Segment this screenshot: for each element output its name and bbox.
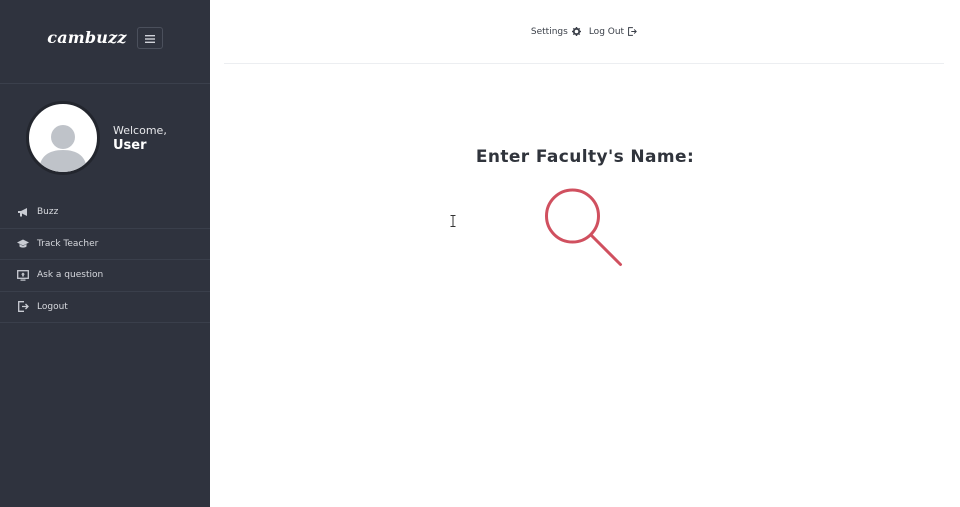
- sidebar-item-label: Buzz: [37, 207, 59, 218]
- sidebar-item-track-teacher[interactable]: Track Teacher: [0, 229, 210, 260]
- sign-out-icon: [628, 27, 637, 36]
- sign-out-icon: [16, 301, 30, 313]
- menu-toggle-button[interactable]: [136, 26, 163, 49]
- share-screen-icon: [16, 269, 30, 281]
- welcome-block: Welcome, User: [113, 124, 167, 153]
- main-content: Settings Log Out Enter Faculty's Name:: [210, 0, 960, 507]
- sidebar-item-label: Logout: [37, 301, 68, 312]
- logout-label: Log Out: [588, 26, 625, 37]
- sidebar: cambuzz Welcome, User Buzz Track Teacher…: [0, 0, 210, 507]
- user-silhouette-icon: [39, 125, 87, 172]
- sidebar-item-ask-question[interactable]: Ask a question: [0, 260, 210, 292]
- graduation-cap-icon: [16, 238, 30, 250]
- user-name: User: [113, 137, 147, 153]
- settings-label: Settings: [530, 26, 568, 37]
- welcome-label: Welcome,: [113, 123, 167, 137]
- user-profile: Welcome, User: [0, 84, 210, 192]
- brand-logo[interactable]: cambuzz: [47, 28, 126, 47]
- megaphone-icon: [16, 206, 30, 218]
- sidebar-item-label: Ask a question: [37, 270, 104, 281]
- logout-link[interactable]: Log Out: [589, 27, 637, 37]
- sidebar-item-label: Track Teacher: [37, 238, 99, 249]
- sidebar-item-logout[interactable]: Logout: [0, 292, 210, 323]
- text-cursor-icon: [450, 215, 456, 227]
- avatar[interactable]: [26, 101, 100, 175]
- sidebar-item-buzz[interactable]: Buzz: [0, 197, 210, 229]
- gear-icon: [571, 27, 581, 36]
- search-title: Enter Faculty's Name:: [475, 147, 695, 167]
- sidebar-nav: Buzz Track Teacher Ask a question Logout: [0, 197, 210, 323]
- top-bar: Settings Log Out: [224, 0, 944, 64]
- settings-link[interactable]: Settings: [531, 27, 581, 37]
- sidebar-header: cambuzz: [0, 0, 210, 84]
- hamburger-icon: [144, 28, 155, 47]
- magnifier-icon[interactable]: [543, 186, 625, 268]
